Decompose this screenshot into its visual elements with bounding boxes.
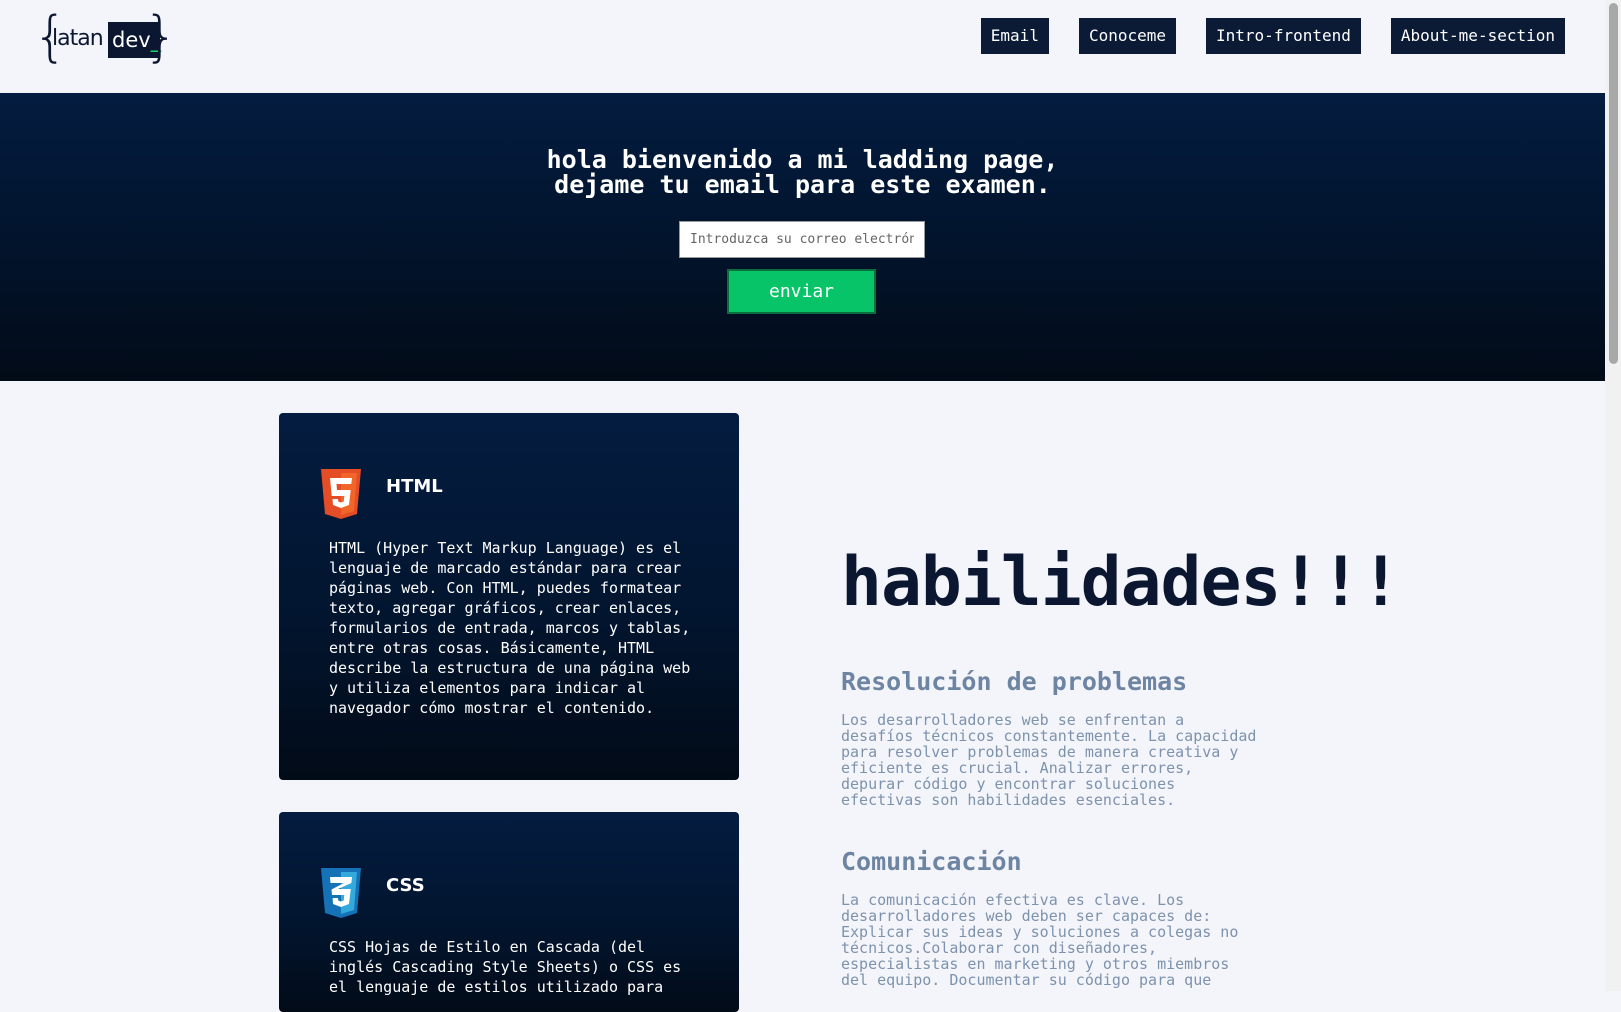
css3-icon [321, 868, 361, 918]
card-description: CSS Hojas de Estilo en Cascada (del ingl… [329, 938, 682, 996]
logo-brace-right: } [143, 5, 178, 68]
hero-title-line2: dejame tu email para este examen. [554, 170, 1051, 199]
main-nav: Email Conoceme Intro-frontend About-me-s… [980, 18, 1565, 54]
skill-text-communication: La comunicación efectiva es clave. Los d… [841, 891, 1239, 989]
card-title: HTML [386, 476, 443, 497]
nav-email-button[interactable]: Email [980, 18, 1049, 54]
skill-heading-communication: Comunicación [841, 847, 1022, 876]
enviar-button[interactable]: enviar [727, 269, 876, 314]
logo-word-latan: latan [52, 26, 104, 51]
card-title: CSS [386, 875, 425, 896]
skill-heading-problem-solving: Resolución de problemas [841, 667, 1188, 696]
hero-section: hola bienvenido a mi ladding page, dejam… [0, 93, 1605, 381]
skill-text-problem-solving: Los desarrolladores web se enfrentan a d… [841, 711, 1257, 809]
card-description: HTML (Hyper Text Markup Language) es el … [329, 539, 691, 717]
nav-intro-frontend-button[interactable]: Intro-frontend [1206, 18, 1361, 54]
nav-conoceme-button[interactable]: Conoceme [1078, 18, 1177, 54]
skill-card-css: CSS CSS Hojas de Estilo en Cascada (del … [279, 812, 739, 1012]
site-logo[interactable]: { latan dev_ } [33, 7, 178, 71]
skills-heading: habilidades!!! [841, 543, 1401, 622]
site-header: { latan dev_ } Email Conoceme Intro-fron… [0, 0, 1605, 93]
email-input[interactable] [679, 221, 925, 258]
hero-title: hola bienvenido a mi ladding page, dejam… [0, 147, 1605, 197]
html5-icon [321, 469, 361, 519]
scrollbar-thumb[interactable] [1609, 3, 1618, 364]
page-scrollbar[interactable] [1605, 0, 1621, 991]
skill-card-html: HTML HTML (Hyper Text Markup Language) e… [279, 413, 739, 780]
nav-about-me-button[interactable]: About-me-section [1390, 18, 1565, 54]
